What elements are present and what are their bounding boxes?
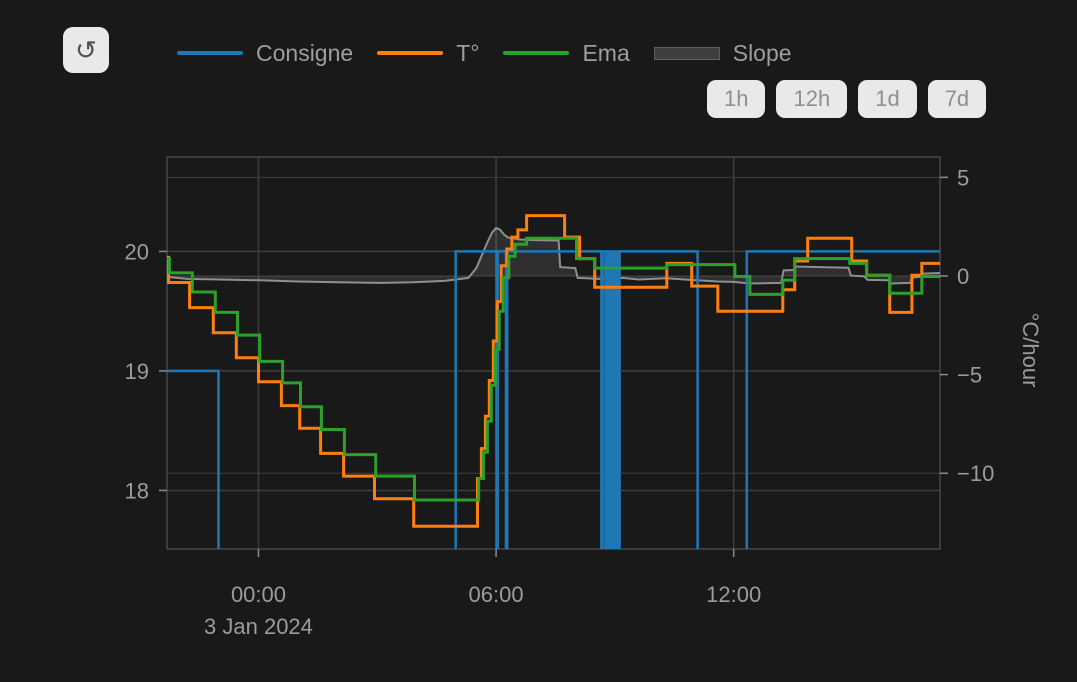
chart-canvas[interactable]: 00:00 06:00 12:00 3 Jan 2024 20 19 18 5 0 −5 −10 °C…	[0, 0, 1077, 682]
y-right-tick-label: 0	[957, 264, 969, 289]
series-line-consigne	[167, 251, 940, 574]
x-tick-label: 12:00	[706, 582, 761, 607]
x-tick-label: 06:00	[469, 582, 524, 607]
y-right-tick-label: −5	[957, 363, 982, 388]
y-left-tick-label: 19	[125, 359, 149, 384]
chart-page: ↺ ConsigneT°EmaSlope 1h12h1d7d 00:0006:0…	[0, 0, 1077, 682]
y-right-axis-title: °C/hour	[1018, 313, 1043, 388]
y-left-tick-label: 20	[125, 239, 149, 264]
x-axis-date-label: 3 Jan 2024	[204, 614, 313, 639]
y-left-tick-label: 18	[125, 478, 149, 503]
y-right-tick-label: −10	[957, 461, 994, 486]
series-area-slope	[167, 228, 940, 284]
y-right-tick-label: 5	[957, 165, 969, 190]
x-tick-label: 00:00	[231, 582, 286, 607]
